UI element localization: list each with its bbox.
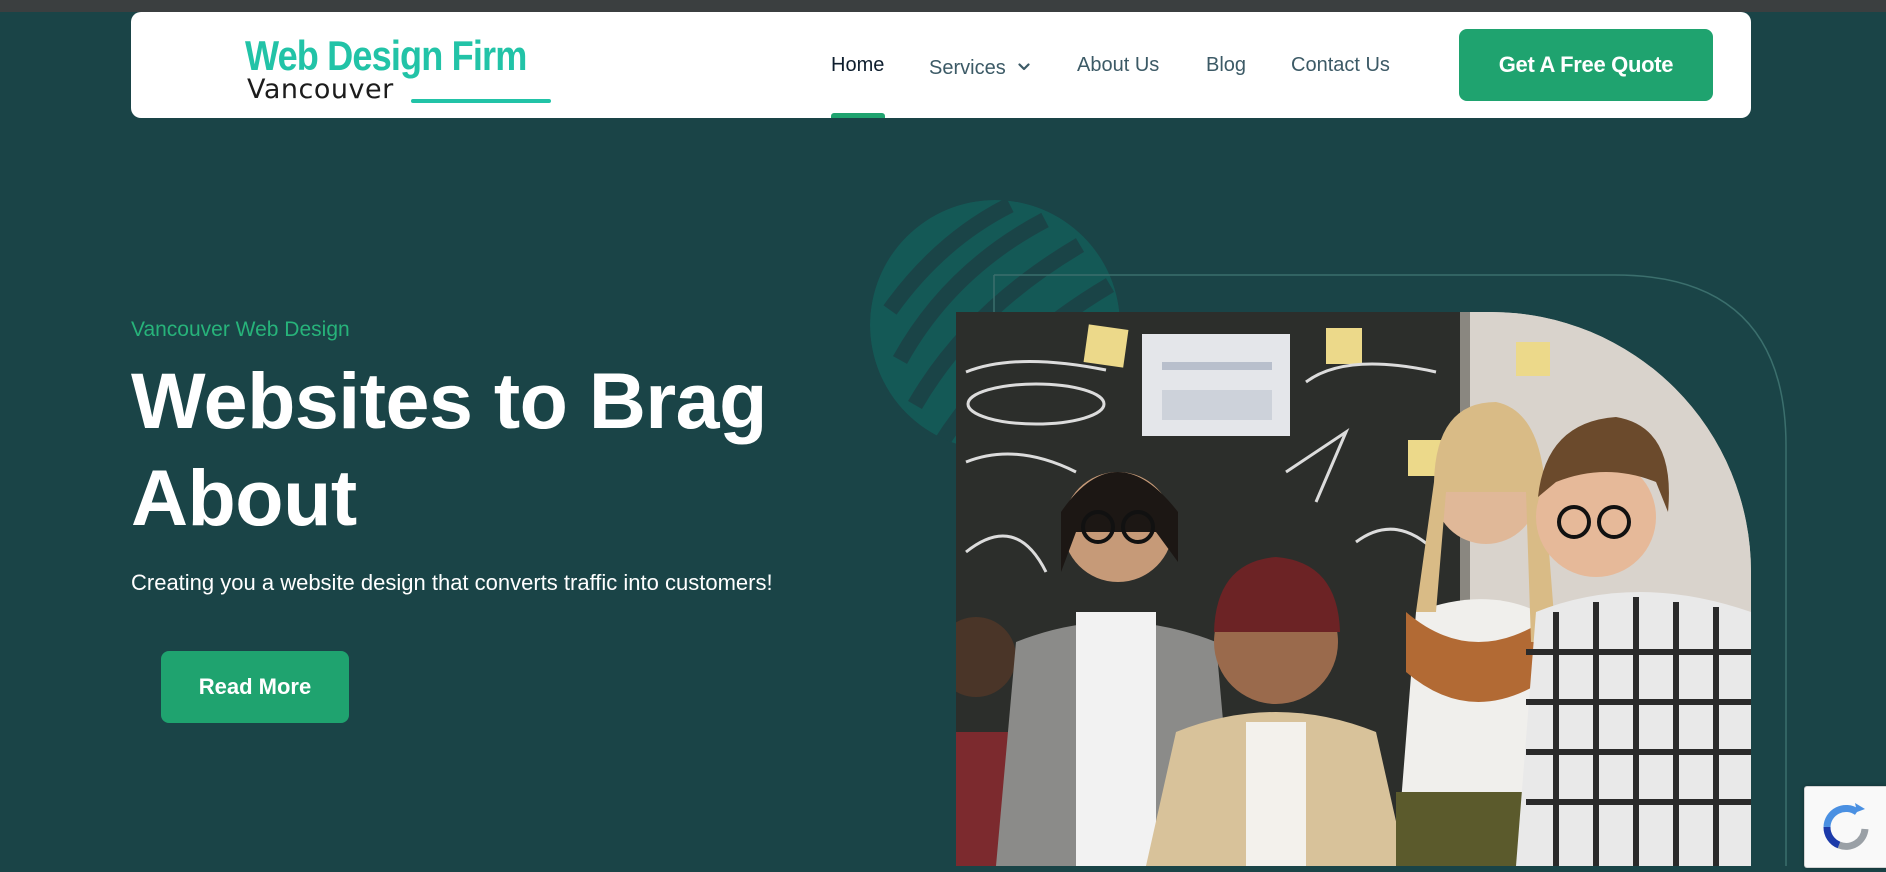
hero-team-photo: [956, 312, 1751, 866]
hero-eyebrow: Vancouver Web Design: [131, 318, 350, 341]
read-more-button[interactable]: Read More: [161, 651, 349, 723]
hero-headline-line2: About: [131, 453, 357, 542]
hero-headline-line1: Websites to Brag: [131, 356, 767, 445]
recaptcha-icon: [1823, 803, 1869, 850]
hero-subheading: Creating you a website design that conve…: [131, 570, 773, 595]
hero-headline: Websites to Brag About: [131, 352, 831, 546]
recaptcha-badge[interactable]: [1804, 786, 1886, 868]
